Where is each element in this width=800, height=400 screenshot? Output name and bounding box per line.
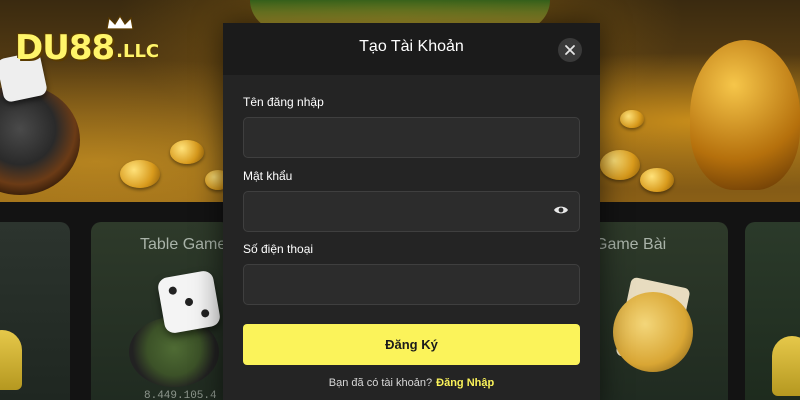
username-input[interactable] bbox=[243, 117, 580, 158]
poker-chip-image bbox=[613, 292, 693, 372]
register-button[interactable]: Đăng Ký bbox=[243, 324, 580, 365]
password-input[interactable] bbox=[243, 191, 580, 232]
jackpot-amount: 8.449.105.4 bbox=[144, 390, 217, 400]
close-button[interactable] bbox=[558, 38, 582, 62]
game-card-title: Game Bài bbox=[595, 236, 667, 253]
coin-image bbox=[620, 110, 644, 128]
close-icon bbox=[565, 45, 575, 55]
login-link[interactable]: Đăng Nhập bbox=[436, 377, 494, 389]
username-label: Tên đăng nhập bbox=[243, 95, 324, 109]
game-card-title: Table Game bbox=[140, 236, 227, 253]
coin-image bbox=[120, 160, 160, 188]
player-image bbox=[772, 336, 800, 396]
coin-image bbox=[170, 140, 204, 164]
login-prompt: Bạn đã có tài khoản? Đăng Nhập bbox=[223, 377, 600, 389]
crown-icon bbox=[106, 14, 134, 30]
login-prompt-text: Bạn đã có tài khoản? bbox=[328, 377, 433, 389]
treasure-pot-image bbox=[690, 40, 800, 190]
modal-title: Tạo Tài Khoản bbox=[359, 38, 464, 55]
player-image bbox=[0, 330, 22, 390]
eye-icon[interactable] bbox=[553, 204, 569, 216]
dice-image bbox=[156, 269, 222, 335]
password-label: Mật khẩu bbox=[243, 169, 293, 183]
phone-label: Số điện thoại bbox=[243, 242, 314, 256]
modal-header: Tạo Tài Khoản bbox=[223, 23, 600, 75]
coin-image bbox=[640, 168, 674, 192]
phone-input[interactable] bbox=[243, 264, 580, 305]
game-card-table-game[interactable]: Table Game 8.449.105.4 bbox=[91, 222, 231, 400]
register-modal: Tạo Tài Khoản Tên đăng nhập Mật khẩu Số … bbox=[223, 23, 600, 400]
logo-text: DU88 bbox=[15, 28, 115, 68]
logo-suffix: .LLC bbox=[116, 41, 160, 62]
game-card-game-bai[interactable]: Game Bài bbox=[583, 222, 728, 400]
brand-logo[interactable]: DU88 .LLC bbox=[15, 14, 160, 68]
coin-image bbox=[600, 150, 640, 180]
